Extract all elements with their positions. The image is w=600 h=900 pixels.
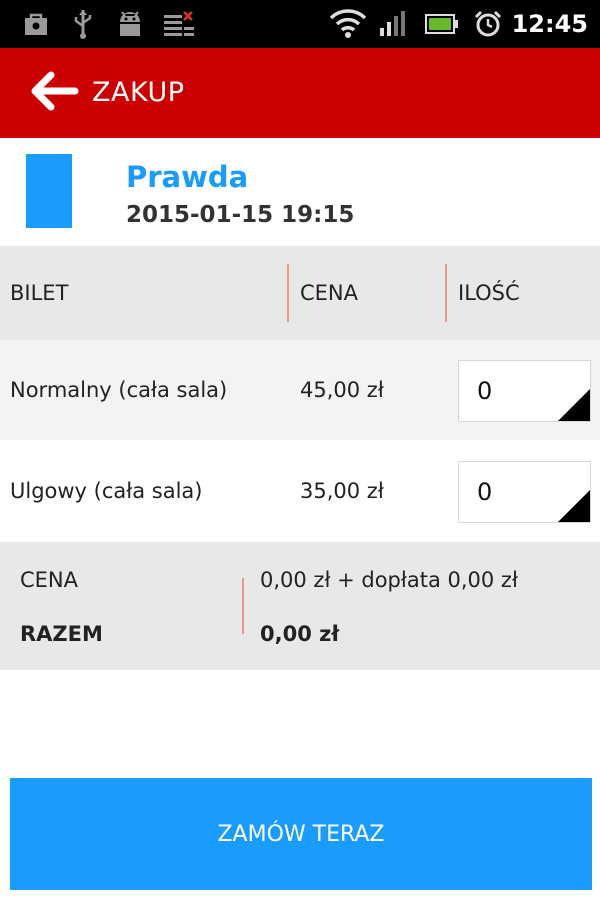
ticket-price: 45,00 zł	[300, 378, 384, 402]
back-button[interactable]	[26, 68, 82, 118]
quantity-spinner[interactable]: 0	[458, 461, 591, 523]
column-divider	[287, 264, 289, 322]
ticket-row: Normalny (cała sala) 45,00 zł 0	[0, 340, 600, 440]
summary-total-label: RAZEM	[20, 622, 103, 646]
event-title: Prawda	[126, 160, 249, 194]
column-header-ticket: BILET	[10, 281, 69, 305]
ticket-name: Ulgowy (cała sala)	[10, 479, 203, 503]
ticket-name: Normalny (cała sala)	[10, 378, 228, 402]
ticket-price: 35,00 zł	[300, 479, 384, 503]
alarm-icon	[472, 0, 504, 48]
quantity-value: 0	[477, 377, 493, 405]
usb-icon	[68, 0, 98, 48]
download-list-icon	[160, 0, 198, 48]
summary-price-label: CENA	[20, 568, 79, 592]
dropdown-corner-icon	[558, 389, 590, 421]
battery-icon	[424, 0, 460, 48]
status-time: 12:45	[511, 10, 588, 38]
page-title: ZAKUP	[92, 77, 185, 108]
column-header-price: CENA	[300, 281, 359, 305]
column-divider	[445, 264, 447, 322]
wifi-icon	[328, 0, 368, 48]
quantity-spinner[interactable]: 0	[458, 360, 591, 422]
action-bar: ZAKUP	[0, 48, 600, 138]
quantity-value: 0	[477, 478, 493, 506]
android-debug-icon	[114, 0, 146, 48]
order-now-button[interactable]: ZAMÓW TERAZ	[10, 778, 592, 890]
summary-price-value: 0,00 zł + dopłata 0,00 zł	[260, 568, 518, 592]
dropdown-corner-icon	[558, 490, 590, 522]
column-header-quantity: ILOŚĆ	[458, 281, 520, 305]
event-thumbnail	[26, 154, 72, 228]
summary-total-value: 0,00 zł	[260, 622, 340, 646]
signal-icon	[378, 0, 408, 48]
shopping-bag-icon	[20, 0, 52, 48]
status-bar: 12:45	[0, 0, 600, 48]
summary-divider	[242, 578, 244, 634]
ticket-row: Ulgowy (cała sala) 35,00 zł 0	[0, 441, 600, 541]
order-summary: CENA 0,00 zł + dopłata 0,00 zł RAZEM 0,0…	[0, 542, 600, 670]
arrow-left-icon	[29, 71, 79, 115]
event-header: Prawda 2015-01-15 19:15	[0, 138, 600, 246]
ticket-table-header: BILET CENA ILOŚĆ	[0, 246, 600, 340]
event-datetime: 2015-01-15 19:15	[126, 202, 355, 228]
